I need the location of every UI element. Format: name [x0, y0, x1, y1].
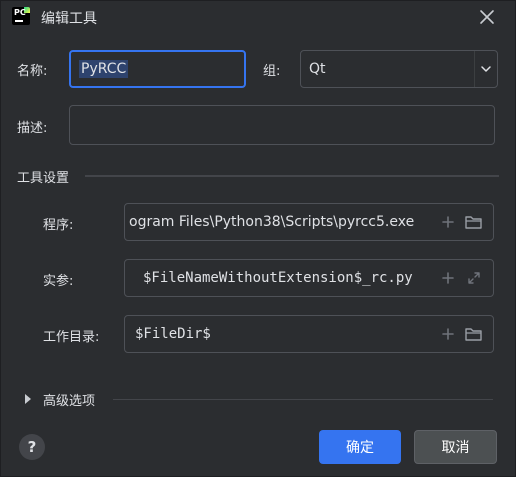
advanced-options-toggle[interactable]: 高级选项 — [23, 389, 113, 409]
group-dropdown-button[interactable] — [474, 51, 497, 87]
close-icon — [480, 10, 494, 24]
ok-button[interactable]: 确定 — [319, 430, 401, 464]
tool-settings-title: 工具设置 — [17, 171, 70, 186]
ok-button-label: 确定 — [346, 440, 374, 456]
pycharm-logo-icon: PC — [12, 7, 30, 25]
folder-icon[interactable] — [465, 327, 483, 341]
description-input[interactable] — [69, 105, 495, 145]
help-icon: ? — [27, 438, 37, 456]
working-directory-label: 工作目录: — [43, 330, 100, 345]
title-bar: PC 编辑工具 — [1, 1, 516, 35]
add-macro-icon[interactable] — [441, 271, 455, 285]
working-directory-input[interactable]: $FileDir$ — [124, 315, 494, 353]
group-select[interactable]: Qt — [300, 50, 498, 88]
program-label: 程序: — [43, 218, 74, 233]
dialog-title: 编辑工具 — [41, 11, 97, 27]
cancel-button[interactable]: 取消 — [414, 430, 497, 464]
expand-icon[interactable] — [467, 271, 481, 285]
edit-tool-dialog: PC 编辑工具 名称: PyRCC 组: Qt 描述: 工具设置 程序: ogr… — [0, 0, 516, 477]
description-label: 描述: — [17, 121, 48, 136]
name-input[interactable]: PyRCC — [69, 50, 246, 88]
help-button[interactable]: ? — [19, 434, 45, 460]
close-button[interactable] — [477, 7, 497, 27]
arguments-label: 实参: — [43, 274, 74, 289]
program-input-value: ogram Files\Python38\Scripts\pyrcc5.exe — [129, 214, 415, 230]
program-input[interactable]: ogram Files\Python38\Scripts\pyrcc5.exe — [124, 203, 494, 241]
name-input-value: PyRCC — [79, 60, 129, 78]
working-directory-input-value: $FileDir$ — [135, 326, 211, 342]
folder-icon[interactable] — [465, 215, 483, 229]
arguments-input-value: $FileNameWithoutExtension$_rc.py — [143, 270, 413, 286]
name-label: 名称: — [17, 64, 48, 79]
arguments-input[interactable]: $FileNameWithoutExtension$_rc.py — [124, 259, 494, 297]
group-select-value: Qt — [309, 61, 326, 77]
triangle-right-icon — [25, 394, 31, 404]
advanced-divider — [113, 399, 493, 400]
cancel-button-label: 取消 — [441, 440, 470, 456]
add-macro-icon[interactable] — [441, 327, 455, 341]
advanced-options-label: 高级选项 — [43, 394, 96, 409]
chevron-down-icon — [481, 66, 491, 72]
section-divider — [85, 175, 499, 177]
group-label: 组: — [263, 64, 281, 79]
add-macro-icon[interactable] — [441, 215, 455, 229]
